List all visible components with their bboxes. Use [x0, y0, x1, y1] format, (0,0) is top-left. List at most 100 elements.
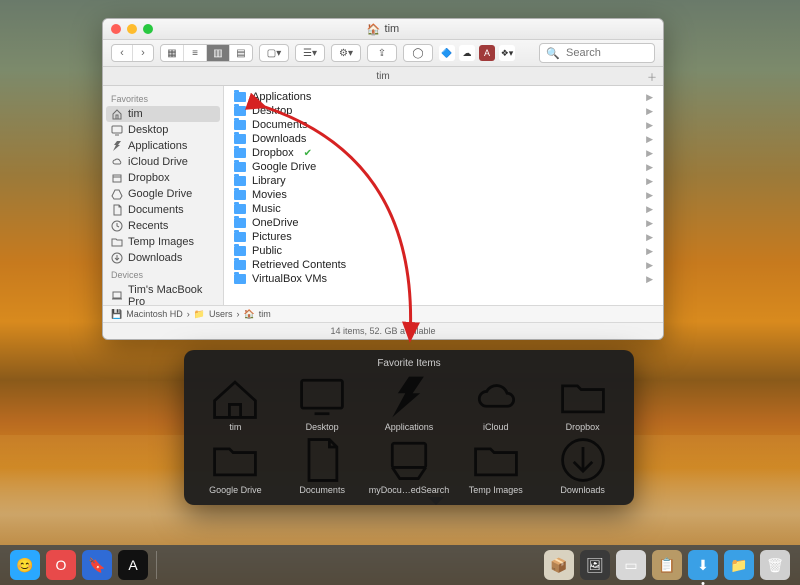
popover-item-label: Dropbox [566, 422, 600, 432]
popover-item-tim[interactable]: tim [194, 375, 277, 432]
pathbar-segment[interactable]: tim [259, 309, 271, 319]
nav-buttons: ‹ › [111, 44, 154, 62]
popover-item-applications[interactable]: Applications [368, 375, 451, 432]
arrange-button[interactable]: ▢▾ [259, 44, 289, 62]
list-view-button[interactable]: ≡ [183, 45, 206, 61]
dock-app-terminal[interactable]: A [118, 550, 148, 580]
toolbar-extensions: 🔷 ☁ A ❖▾ [439, 45, 515, 61]
popover-item-label: Temp Images [469, 485, 523, 495]
column-view-button[interactable]: ▥ [206, 45, 229, 61]
sidebar-item-applications[interactable]: Applications [103, 138, 223, 154]
pathbar-segment[interactable]: Users [209, 309, 233, 319]
desktop-icon [294, 375, 350, 419]
tags-button[interactable]: ◯ [403, 44, 433, 62]
sidebar-item-recents[interactable]: Recents [103, 218, 223, 234]
folder-icon [234, 148, 246, 158]
folder-row[interactable]: Desktop▶ [224, 104, 663, 118]
titlebar[interactable]: 🏠 tim [103, 19, 663, 40]
folder-row[interactable]: Public▶ [224, 244, 663, 258]
forward-button[interactable]: › [132, 45, 153, 61]
sidebar-item-tim-s-macbook-pro[interactable]: Tim's MacBook Pro [103, 282, 223, 305]
dock-separator [156, 551, 157, 579]
search-input[interactable] [564, 46, 648, 60]
window-title-text: tim [385, 23, 400, 35]
sidebar-item-documents[interactable]: Documents [103, 202, 223, 218]
home-icon [207, 375, 263, 419]
sidebar-item-label: Downloads [128, 252, 182, 264]
new-tab-button[interactable]: ＋ [647, 69, 657, 84]
path-bar[interactable]: 💾Macintosh HD›📁Users›🏠tim [103, 305, 663, 322]
dock-app-photos[interactable]: 🖼 [580, 550, 610, 580]
desktop-icon [111, 124, 123, 136]
popover-item-desktop[interactable]: Desktop [281, 375, 364, 432]
sidebar-item-downloads[interactable]: Downloads [103, 250, 223, 266]
popover-item-dropbox[interactable]: Dropbox [541, 375, 624, 432]
sidebar-item-label: Applications [128, 140, 187, 152]
popover-item-label: myDocu…edSearch [369, 485, 450, 495]
folder-row[interactable]: VirtualBox VMs▶ [224, 272, 663, 286]
popover-item-mydocu-edsearch[interactable]: myDocu…edSearch [368, 438, 451, 495]
dock-app-bookmark[interactable]: 🔖 [82, 550, 112, 580]
folder-row[interactable]: OneDrive ▶ [224, 216, 663, 230]
dock-apps-right: 📦🖼▭📋⬇📁🗑 [544, 550, 790, 580]
folder-row[interactable]: Applications▶ [224, 90, 663, 104]
sidebar-item-google-drive[interactable]: Google Drive [103, 186, 223, 202]
folder-row[interactable]: Google Drive▶ [224, 160, 663, 174]
action-button[interactable]: ⚙▾ [331, 44, 361, 62]
folder-row[interactable]: Movies▶ [224, 188, 663, 202]
dock-app-opera[interactable]: O [46, 550, 76, 580]
folder-row[interactable]: Documents▶ [224, 118, 663, 132]
dock-apps-left: 😊O🔖A [10, 550, 148, 580]
share-button[interactable]: ⇪ [367, 44, 397, 62]
folder-icon [111, 236, 123, 248]
ext-icon-3[interactable]: A [479, 45, 495, 61]
folder-name: Music [252, 203, 281, 215]
disclosure-arrow-icon: ▶ [646, 274, 653, 285]
dock-app-clip[interactable]: 📋 [652, 550, 682, 580]
group-button[interactable]: ☰▾ [295, 44, 325, 62]
search-field[interactable]: 🔍 [539, 43, 655, 63]
gallery-view-button[interactable]: ▤ [229, 45, 252, 61]
folder-name: Pictures [252, 231, 292, 243]
sidebar-item-desktop[interactable]: Desktop [103, 122, 223, 138]
dock-app-finder[interactable]: 😊 [10, 550, 40, 580]
popover-item-documents[interactable]: Documents [281, 438, 364, 495]
folder-row[interactable]: Music▶ [224, 202, 663, 216]
folder-row[interactable]: Retrieved Contents▶ [224, 258, 663, 272]
sidebar-item-dropbox[interactable]: Dropbox [103, 170, 223, 186]
dock-app-downloads[interactable]: ⬇ [688, 550, 718, 580]
home-icon: 🏠 [367, 23, 381, 36]
ext-icon-4[interactable]: ❖▾ [499, 45, 515, 61]
popover-item-temp-images[interactable]: Temp Images [454, 438, 537, 495]
pathbar-segment[interactable]: Macintosh HD [126, 309, 183, 319]
folder-row[interactable]: Dropbox✔▶ [224, 146, 663, 160]
tab-label[interactable]: tim [376, 71, 389, 82]
popover-item-google-drive[interactable]: Google Drive [194, 438, 277, 495]
folder-icon [234, 92, 246, 102]
folder-name: OneDrive [252, 217, 298, 229]
disclosure-arrow-icon: ▶ [646, 260, 653, 271]
back-button[interactable]: ‹ [112, 45, 132, 61]
disclosure-arrow-icon: ▶ [646, 218, 653, 229]
folder-name: Library [252, 175, 286, 187]
folder-icon [468, 438, 524, 482]
folder-row[interactable]: Pictures▶ [224, 230, 663, 244]
folder-name: Dropbox [252, 147, 294, 159]
folder-icon [234, 190, 246, 200]
dock-app-trash[interactable]: 🗑 [760, 550, 790, 580]
dock-app-window[interactable]: ▭ [616, 550, 646, 580]
icon-view-button[interactable]: ▦ [161, 45, 183, 61]
ext-icon-2[interactable]: ☁ [459, 45, 475, 61]
folder-row[interactable]: Downloads▶ [224, 132, 663, 146]
popover-item-icloud[interactable]: iCloud [454, 375, 537, 432]
folder-icon [234, 204, 246, 214]
sidebar-item-temp-images[interactable]: Temp Images [103, 234, 223, 250]
dock-app-box[interactable]: 📦 [544, 550, 574, 580]
column-view[interactable]: Applications▶Desktop▶Documents▶Downloads… [224, 86, 663, 305]
sidebar-item-icloud-drive[interactable]: iCloud Drive [103, 154, 223, 170]
folder-row[interactable]: Library▶ [224, 174, 663, 188]
sidebar-item-tim[interactable]: tim [106, 106, 220, 122]
ext-icon-1[interactable]: 🔷 [439, 45, 455, 61]
popover-item-downloads[interactable]: Downloads [541, 438, 624, 495]
dock-app-folder2[interactable]: 📁 [724, 550, 754, 580]
